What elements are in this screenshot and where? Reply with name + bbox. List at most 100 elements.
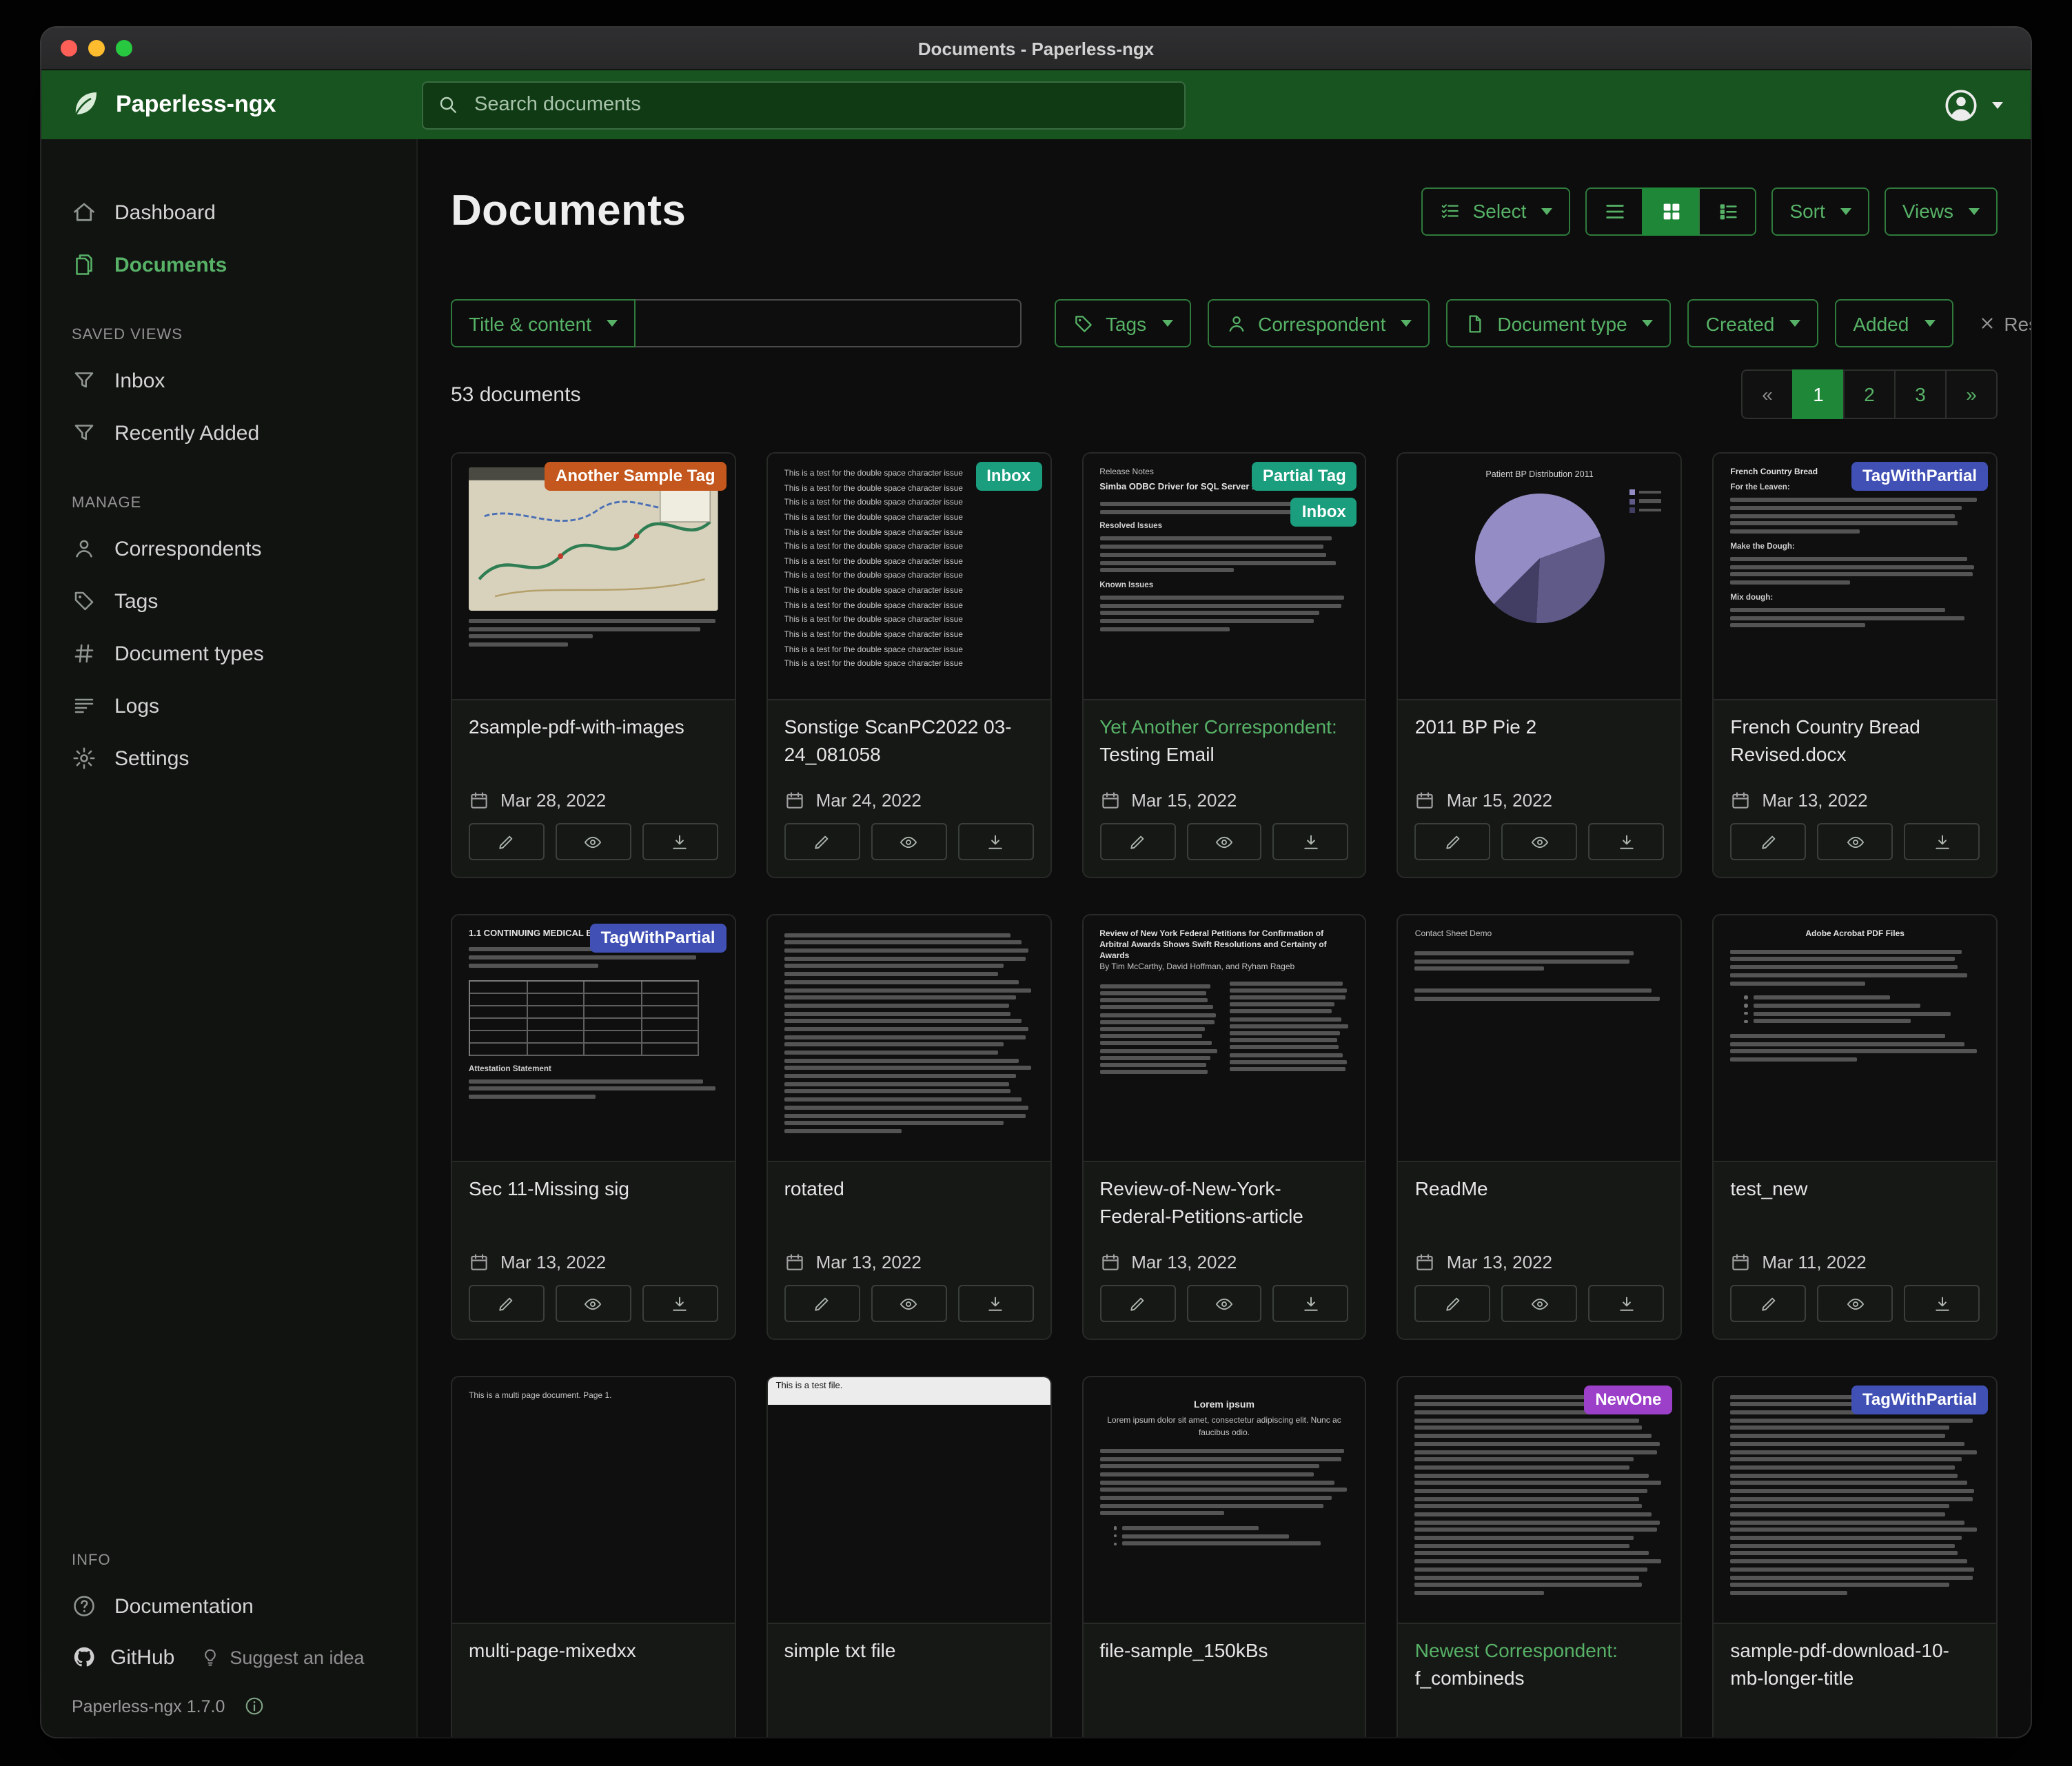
sidebar-item-documents[interactable]: Documents: [41, 238, 416, 291]
edit-button[interactable]: [1099, 1285, 1175, 1322]
added-filter-button[interactable]: Added: [1835, 299, 1953, 347]
document-card[interactable]: Patient BP Distribution 2011 2011 BP Pie…: [1397, 452, 1683, 878]
document-title[interactable]: test_new: [1730, 1176, 1980, 1232]
document-title[interactable]: Sec 11-Missing sig: [469, 1176, 718, 1232]
document-card[interactable]: rotated Mar 13, 2022: [766, 914, 1052, 1340]
document-card[interactable]: TagWithPartial sample-pdf-download-10-mb…: [1712, 1376, 1998, 1737]
download-button[interactable]: [1904, 1285, 1980, 1322]
sidebar-item-correspondents[interactable]: Correspondents: [41, 522, 416, 575]
github-link[interactable]: GitHub: [72, 1645, 174, 1669]
document-card[interactable]: This is a test file. simple txt file: [766, 1376, 1052, 1737]
reset-filters-button[interactable]: Reset filters: [1969, 311, 2031, 336]
edit-button[interactable]: [1730, 823, 1806, 860]
document-title[interactable]: 2011 BP Pie 2: [1415, 714, 1665, 771]
tags-filter-button[interactable]: Tags: [1055, 299, 1190, 347]
preview-button[interactable]: [1817, 823, 1893, 860]
pagination-page-1[interactable]: 1: [1792, 369, 1845, 419]
pagination-prev[interactable]: «: [1741, 369, 1794, 419]
zoom-window-button[interactable]: [116, 40, 132, 57]
document-thumbnail[interactable]: French Country BreadFor the Leaven:Make …: [1714, 454, 1996, 700]
view-list-button[interactable]: [1585, 187, 1643, 235]
download-button[interactable]: [957, 823, 1033, 860]
document-correspondent[interactable]: Newest Correspondent:: [1415, 1639, 1618, 1661]
document-correspondent[interactable]: Yet Another Correspondent:: [1099, 715, 1337, 738]
document-thumbnail[interactable]: [768, 915, 1050, 1162]
document-card[interactable]: Release NotesSimba ODBC Driver for SQL S…: [1081, 452, 1367, 878]
edit-button[interactable]: [1415, 1285, 1491, 1322]
preview-button[interactable]: [1186, 1285, 1262, 1322]
document-title[interactable]: rotated: [784, 1176, 1034, 1232]
preview-button[interactable]: [871, 823, 946, 860]
tag-badge[interactable]: TagWithPartial: [1851, 462, 1988, 491]
document-title[interactable]: Review-of-New-York-Federal-Petitions-art…: [1099, 1176, 1349, 1232]
user-menu[interactable]: [1942, 86, 2003, 123]
edit-button[interactable]: [469, 823, 545, 860]
edit-button[interactable]: [469, 1285, 545, 1322]
download-button[interactable]: [1273, 823, 1349, 860]
sort-button[interactable]: Sort: [1771, 187, 1869, 235]
document-type-filter-button[interactable]: Document type: [1446, 299, 1671, 347]
correspondent-filter-button[interactable]: Correspondent: [1207, 299, 1430, 347]
info-icon[interactable]: [244, 1696, 265, 1716]
pagination-next[interactable]: »: [1945, 369, 1998, 419]
document-thumbnail[interactable]: Another Sample Tag: [452, 454, 735, 700]
document-title[interactable]: simple txt file: [784, 1638, 1034, 1694]
preview-button[interactable]: [556, 1285, 631, 1322]
sidebar-item-recently-added[interactable]: Recently Added: [41, 407, 416, 459]
sidebar-item-documentation[interactable]: Documentation: [41, 1580, 416, 1632]
document-thumbnail[interactable]: NewOne: [1399, 1377, 1681, 1624]
document-card[interactable]: Contact Sheet Demo ReadMe Mar 13, 2022: [1397, 914, 1683, 1340]
sidebar-item-inbox[interactable]: Inbox: [41, 354, 416, 407]
edit-button[interactable]: [784, 823, 860, 860]
document-card[interactable]: Another Sample Tag 2sample-pdf-with-imag…: [451, 452, 736, 878]
title-content-dropdown[interactable]: Title & content: [451, 299, 636, 347]
document-title[interactable]: French Country Bread Revised.docx: [1730, 714, 1980, 771]
document-thumbnail[interactable]: Release NotesSimba ODBC Driver for SQL S…: [1083, 454, 1365, 700]
document-title[interactable]: ReadMe: [1415, 1176, 1665, 1232]
document-thumbnail[interactable]: This is a multi page document. Page 1.: [452, 1377, 735, 1624]
suggest-idea-link[interactable]: Suggest an idea: [199, 1647, 364, 1667]
view-grid-button[interactable]: [1642, 187, 1700, 235]
document-title[interactable]: Newest Correspondent: f_combineds: [1415, 1638, 1665, 1694]
brand[interactable]: Paperless-ngx: [69, 88, 422, 121]
document-card[interactable]: Lorem ipsumLorem ipsum dolor sit amet, c…: [1081, 1376, 1367, 1737]
download-button[interactable]: [1589, 1285, 1665, 1322]
document-card[interactable]: Review of New York Federal Petitions for…: [1081, 914, 1367, 1340]
document-card[interactable]: NewOne Newest Correspondent: f_combineds: [1397, 1376, 1683, 1737]
document-thumbnail[interactable]: Patient BP Distribution 2011: [1399, 454, 1681, 700]
preview-button[interactable]: [871, 1285, 946, 1322]
sidebar-item-logs[interactable]: Logs: [41, 680, 416, 732]
document-thumbnail[interactable]: Lorem ipsumLorem ipsum dolor sit amet, c…: [1083, 1377, 1365, 1624]
select-button[interactable]: Select: [1422, 187, 1571, 235]
edit-button[interactable]: [1415, 823, 1491, 860]
pagination-page-2[interactable]: 2: [1843, 369, 1896, 419]
document-card[interactable]: This is a multi page document. Page 1. m…: [451, 1376, 736, 1737]
created-filter-button[interactable]: Created: [1688, 299, 1819, 347]
tag-badge[interactable]: Another Sample Tag: [545, 462, 727, 491]
title-content-input[interactable]: [636, 299, 1022, 347]
document-thumbnail[interactable]: 1.1 CONTINUING MEDICAL EDUCAAttestation …: [452, 915, 735, 1162]
document-thumbnail[interactable]: TagWithPartial: [1714, 1377, 1996, 1624]
preview-button[interactable]: [556, 823, 631, 860]
document-card[interactable]: This is a test for the double space char…: [766, 452, 1052, 878]
document-title[interactable]: Yet Another Correspondent: Testing Email: [1099, 714, 1349, 771]
tag-badge[interactable]: Inbox: [1291, 498, 1357, 527]
document-title[interactable]: file-sample_150kBs: [1099, 1638, 1349, 1694]
preview-button[interactable]: [1502, 1285, 1578, 1322]
views-button[interactable]: Views: [1885, 187, 1998, 235]
document-card[interactable]: 1.1 CONTINUING MEDICAL EDUCAAttestation …: [451, 914, 736, 1340]
document-thumbnail[interactable]: This is a test for the double space char…: [768, 454, 1050, 700]
close-window-button[interactable]: [61, 40, 77, 57]
edit-button[interactable]: [1730, 1285, 1806, 1322]
preview-button[interactable]: [1186, 823, 1262, 860]
document-title[interactable]: 2sample-pdf-with-images: [469, 714, 718, 771]
document-card[interactable]: French Country BreadFor the Leaven:Make …: [1712, 452, 1998, 878]
sidebar-item-tags[interactable]: Tags: [41, 575, 416, 627]
sidebar-item-document-types[interactable]: Document types: [41, 627, 416, 680]
pagination-page-3[interactable]: 3: [1894, 369, 1947, 419]
download-button[interactable]: [1273, 1285, 1349, 1322]
tag-badge[interactable]: Partial Tag: [1252, 462, 1357, 491]
document-title[interactable]: sample-pdf-download-10-mb-longer-title: [1730, 1638, 1980, 1694]
document-thumbnail[interactable]: This is a test file.: [768, 1377, 1050, 1624]
preview-button[interactable]: [1502, 823, 1578, 860]
